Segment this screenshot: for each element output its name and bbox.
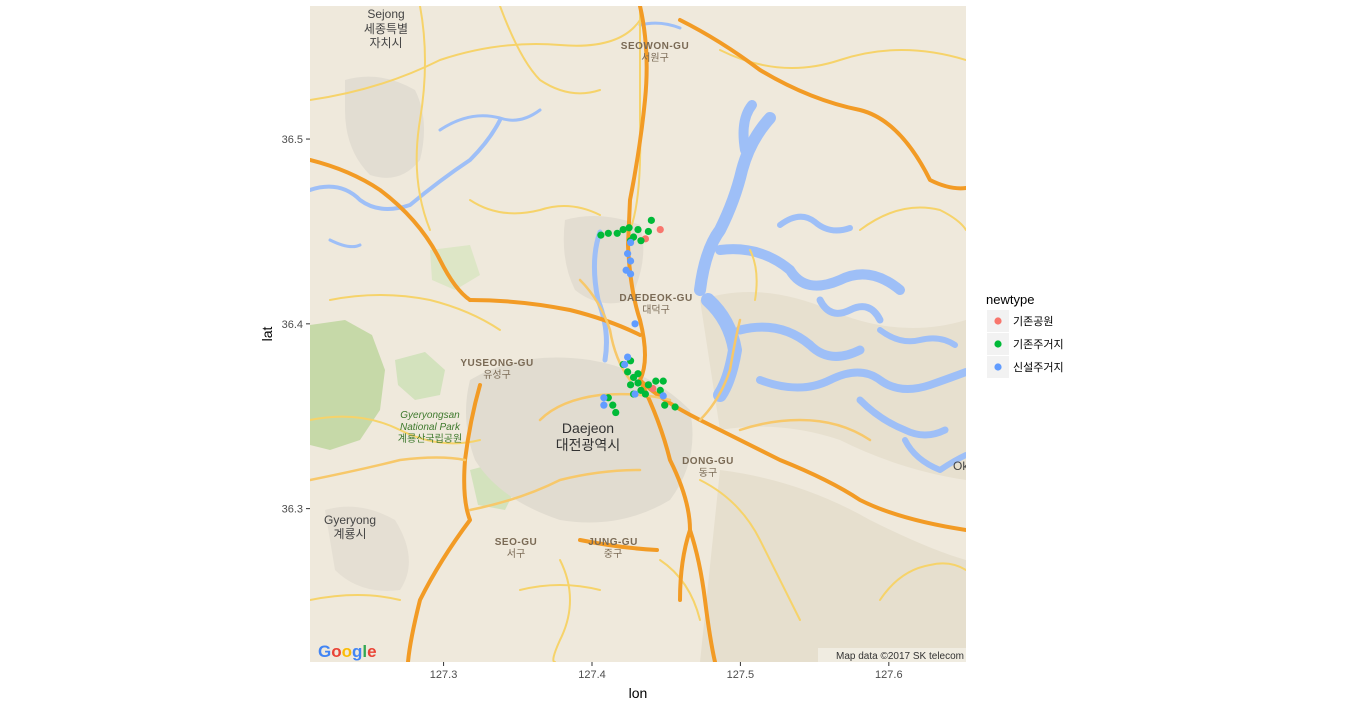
place-label: 대전광역시 (556, 438, 620, 454)
data-point (661, 401, 669, 409)
data-point (659, 377, 667, 385)
place-label: DAEDEOK-GU (619, 293, 692, 304)
legend-label: 기존주거지 (1013, 338, 1064, 351)
data-point (612, 408, 620, 417)
place-label: Gyeryong (324, 513, 376, 527)
data-point (600, 394, 608, 402)
place-label: JUNG-GU (588, 537, 638, 548)
place-label: National Park (400, 422, 461, 433)
x-tick-label: 127.4 (578, 669, 606, 681)
data-point (624, 250, 632, 258)
place-label: Gyeryongsan (400, 410, 460, 421)
data-point (626, 270, 635, 278)
x-tick-label: 127.5 (727, 669, 755, 681)
x-tick-label: 127.6 (875, 669, 903, 681)
data-point (671, 403, 679, 411)
map-attribution: Map data ©2017 SK telecom (836, 651, 964, 662)
data-point (621, 360, 629, 369)
logo-letter: g (352, 642, 362, 661)
data-point (641, 390, 650, 398)
place-label: 세종특별 (364, 22, 408, 36)
data-point (597, 231, 605, 239)
data-point (604, 229, 612, 237)
data-point (659, 392, 667, 400)
legend-swatch (994, 317, 1002, 325)
place-label: DONG-GU (682, 456, 734, 467)
google-logo: Google (318, 642, 377, 661)
data-point (600, 401, 608, 409)
x-axis: 127.3 127.4 127.5 127.6 (430, 662, 903, 681)
logo-letter: o (342, 642, 352, 661)
data-point (631, 320, 639, 328)
data-point (644, 227, 652, 236)
logo-letter: o (331, 642, 341, 661)
place-label: 자치시 (369, 36, 402, 50)
y-tick-label: 36.5 (282, 134, 303, 146)
y-tick-label: 36.3 (282, 504, 303, 516)
data-point (637, 237, 645, 245)
map-plot: Sejong 세종특별 자치시 SEOWON-GU 서원구 DAEDEOK-GU… (259, 6, 1064, 701)
data-point (624, 353, 632, 361)
svg-text:Google: Google (318, 642, 377, 661)
data-point (647, 216, 655, 224)
data-point (656, 225, 664, 234)
map-panel: Sejong 세종특별 자치시 SEOWON-GU 서원구 DAEDEOK-GU… (310, 6, 969, 662)
y-axis-title: lat (259, 327, 275, 342)
y-axis: 36.3 36.4 36.5 (282, 134, 310, 516)
data-point (626, 238, 635, 247)
data-point (652, 377, 660, 385)
data-point (613, 229, 621, 237)
y-tick-label: 36.4 (282, 319, 303, 331)
data-point (626, 257, 635, 265)
place-label: 유성구 (483, 369, 511, 381)
legend-title: newtype (986, 292, 1034, 307)
place-label: SEO-GU (495, 537, 537, 548)
legend-swatch (994, 340, 1002, 348)
place-label: Daejeon (562, 420, 614, 436)
place-label: 중구 (604, 548, 622, 560)
data-point (644, 381, 652, 389)
place-label: Sejong (367, 7, 404, 21)
place-label: 동구 (699, 467, 717, 479)
data-point (626, 381, 635, 389)
x-tick-label: 127.3 (430, 669, 458, 681)
legend-label: 신설주거지 (1013, 361, 1064, 374)
place-label: 계룡시 (333, 527, 366, 541)
place-label: 서원구 (641, 52, 669, 64)
legend-swatch (994, 363, 1002, 371)
logo-letter: G (318, 642, 331, 661)
logo-letter: e (367, 642, 376, 661)
place-label: Ok (953, 459, 969, 473)
data-point (634, 225, 642, 234)
place-label: SEOWON-GU (621, 41, 689, 52)
x-axis-title: lon (629, 685, 648, 701)
place-label: 서구 (507, 548, 525, 560)
data-point (634, 379, 642, 387)
data-point (634, 370, 642, 378)
legend-label: 기존공원 (1013, 315, 1053, 328)
data-point (631, 390, 639, 398)
place-label: 계룡산국립공원 (398, 432, 462, 445)
place-label: 대덕구 (642, 304, 670, 316)
place-label: YUSEONG-GU (460, 358, 533, 369)
data-point (609, 401, 617, 409)
data-point (625, 224, 633, 232)
data-point (624, 368, 632, 376)
legend: newtype 기존공원기존주거지신설주거지 (986, 292, 1064, 378)
